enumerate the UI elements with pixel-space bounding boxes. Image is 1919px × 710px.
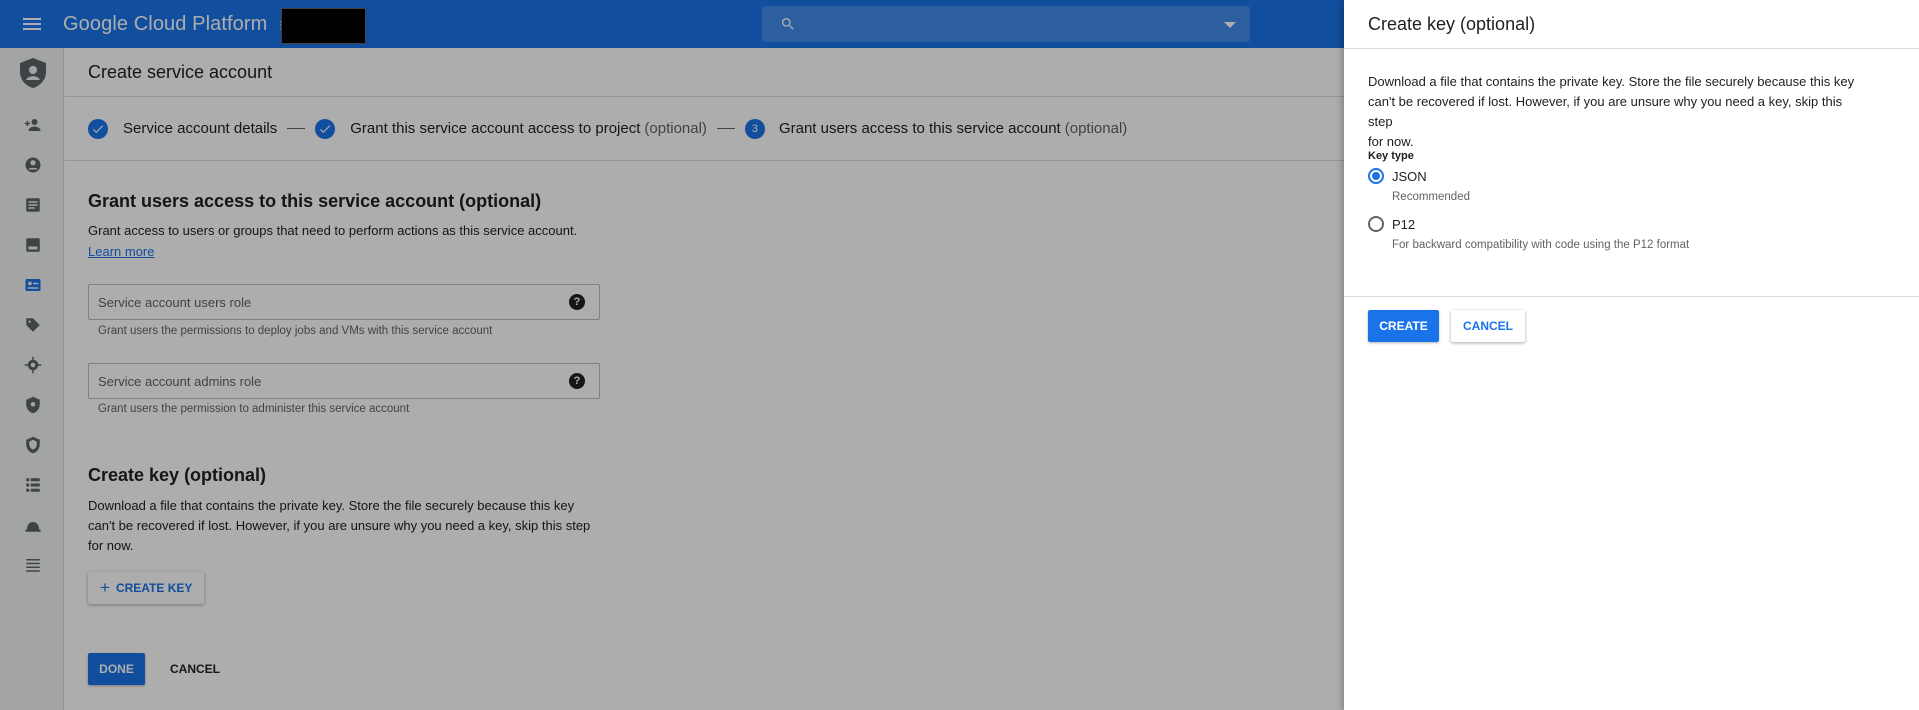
json-option[interactable]: JSON xyxy=(1368,168,1427,184)
key-type-label: Key type xyxy=(1368,150,1414,162)
modal-scrim[interactable] xyxy=(0,0,1344,710)
panel-description-1: Download a file that contains the privat… xyxy=(1368,74,1855,89)
panel-cancel-button[interactable]: CANCEL xyxy=(1451,310,1525,342)
panel-description-2: can't be recovered if lost. However, if … xyxy=(1368,94,1843,129)
panel-header: Create key (optional) xyxy=(1344,0,1919,49)
p12-sub: For backward compatibility with code usi… xyxy=(1392,239,1690,251)
panel-title: Create key (optional) xyxy=(1368,13,1536,34)
create-key-panel: Create key (optional) Download a file th… xyxy=(1344,0,1919,710)
panel-create-button[interactable]: CREATE xyxy=(1368,310,1439,342)
json-sub: Recommended xyxy=(1392,191,1470,203)
panel-divider xyxy=(1344,296,1919,297)
p12-radio[interactable] xyxy=(1368,216,1384,232)
panel-description: Download a file that contains the privat… xyxy=(1368,72,1868,152)
json-radio[interactable] xyxy=(1368,168,1384,184)
json-label[interactable]: JSON xyxy=(1392,169,1427,184)
panel-description-3: for now. xyxy=(1368,134,1414,149)
p12-label[interactable]: P12 xyxy=(1392,217,1415,232)
p12-option[interactable]: P12 xyxy=(1368,216,1415,232)
